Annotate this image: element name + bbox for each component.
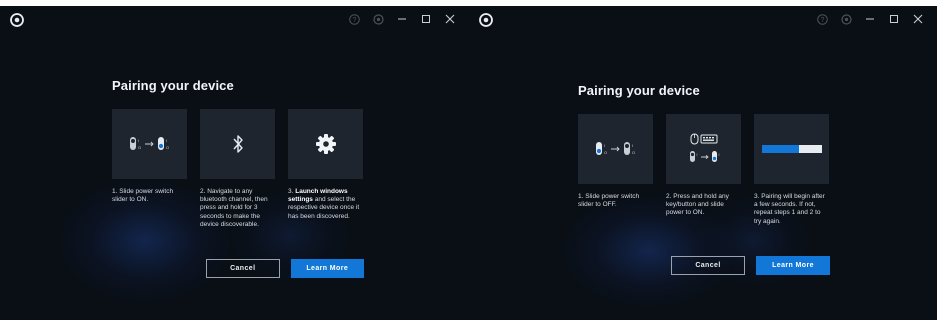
pairing-content: Pairing your device I O I O 1. Slide pow… xyxy=(112,78,364,279)
app-logo-icon xyxy=(479,13,493,27)
pairing-window-left: ? Pairing your device I O I O 1. Slide p… xyxy=(0,6,469,320)
cancel-button[interactable]: Cancel xyxy=(206,259,280,279)
title-bar: ? xyxy=(469,6,937,32)
step-2: I I 2. Press and hold any key/button and… xyxy=(666,114,741,226)
button-row: Cancel Learn More xyxy=(671,255,830,275)
step-description: 1. Slide power switch slider to OFF. xyxy=(578,193,640,209)
steps-row: I O I O 1. Slide power switch slider to … xyxy=(578,114,830,226)
step-tile xyxy=(288,109,363,179)
step-description: 3. Pairing will begin after a few second… xyxy=(754,193,825,225)
svg-text:I: I xyxy=(166,138,167,143)
learn-more-button[interactable]: Learn More xyxy=(290,259,364,279)
mouse-keyboard-icon: I I xyxy=(689,133,719,162)
step-2: 2. Navigate to any bluetooth channel, th… xyxy=(200,109,275,229)
step-description: 3. Launch windows settings and select th… xyxy=(288,188,363,221)
page-title: Pairing your device xyxy=(578,83,700,98)
svg-text:O: O xyxy=(166,145,169,150)
step-tile xyxy=(200,109,275,179)
page-title: Pairing your device xyxy=(112,78,234,93)
title-bar: ? xyxy=(0,6,469,32)
step-tile: I I xyxy=(666,114,741,184)
window-controls: ? xyxy=(347,12,457,26)
step-tile xyxy=(754,114,829,184)
svg-text:I: I xyxy=(604,143,605,148)
help-icon[interactable]: ? xyxy=(815,12,829,26)
pairing-window-right: ? Pairing your device I O I O 1. Slide p… xyxy=(469,6,937,320)
svg-text:O: O xyxy=(138,145,141,150)
window-controls: ? xyxy=(815,12,925,26)
maximize-icon[interactable] xyxy=(887,12,901,26)
close-icon[interactable] xyxy=(911,12,925,26)
svg-text:?: ? xyxy=(820,17,824,24)
svg-text:I: I xyxy=(718,153,719,157)
step-1: I O I O 1. Slide power switch slider to … xyxy=(578,114,653,226)
step-tile: I O I O xyxy=(112,109,187,179)
pairing-content: Pairing your device I O I O 1. Slide pow… xyxy=(578,83,830,275)
svg-text:?: ? xyxy=(352,17,356,24)
bluetooth-icon xyxy=(232,135,243,153)
slider-off-icon: I O I O xyxy=(595,142,635,155)
slider-on-icon: I O I O xyxy=(129,137,169,150)
cancel-button[interactable]: Cancel xyxy=(671,255,745,275)
step-1: I O I O 1. Slide power switch slider to … xyxy=(112,109,187,229)
button-row: Cancel Learn More xyxy=(206,259,364,279)
app-logo-icon xyxy=(10,13,24,27)
steps-row: I O I O 1. Slide power switch slider to … xyxy=(112,109,364,229)
step-description: 1. Slide power switch slider to ON. xyxy=(112,188,174,204)
step-3: 3. Pairing will begin after a few second… xyxy=(754,114,829,226)
step-description: 2. Navigate to any bluetooth channel, th… xyxy=(200,188,268,228)
settings-icon[interactable] xyxy=(839,12,853,26)
step-description: 2. Press and hold any key/button and sli… xyxy=(666,193,729,217)
help-icon[interactable]: ? xyxy=(347,12,361,26)
minimize-icon[interactable] xyxy=(863,12,877,26)
svg-text:I: I xyxy=(138,138,139,143)
step-3: 3. Launch windows settings and select th… xyxy=(288,109,363,229)
minimize-icon[interactable] xyxy=(395,12,409,26)
step-tile: I O I O xyxy=(578,114,653,184)
settings-icon[interactable] xyxy=(371,12,385,26)
svg-text:I: I xyxy=(696,153,697,157)
svg-text:O: O xyxy=(604,150,607,155)
gear-icon xyxy=(315,134,336,154)
close-icon[interactable] xyxy=(443,12,457,26)
maximize-icon[interactable] xyxy=(419,12,433,26)
svg-text:O: O xyxy=(632,150,635,155)
svg-text:I: I xyxy=(632,143,633,148)
screen: ? Pairing your device I O I O 1. Slide p… xyxy=(0,0,937,325)
progress-bar-icon xyxy=(761,145,822,153)
learn-more-button[interactable]: Learn More xyxy=(756,255,830,275)
